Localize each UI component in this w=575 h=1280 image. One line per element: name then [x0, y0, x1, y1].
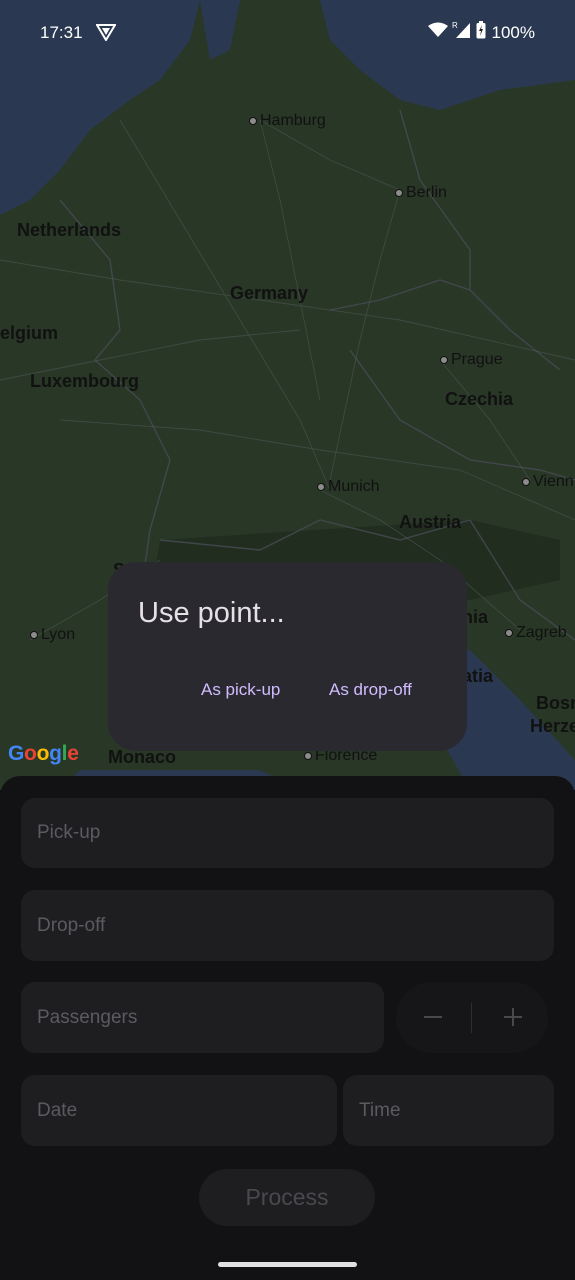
as-pickup-button[interactable]: As pick-up	[201, 680, 280, 700]
passengers-input[interactable]: Passengers	[21, 982, 384, 1053]
time-placeholder: Time	[359, 1099, 401, 1121]
dropoff-input[interactable]: Drop-off	[21, 890, 554, 961]
pickup-input[interactable]: Pick-up	[21, 798, 554, 868]
time-input[interactable]: Time	[343, 1075, 554, 1146]
use-point-dialog: Use point... As pick-up As drop-off	[108, 562, 467, 751]
decrement-icon[interactable]	[418, 1002, 448, 1032]
dropoff-placeholder: Drop-off	[37, 914, 106, 936]
battery-charging-icon	[476, 21, 486, 44]
signal-icon: R	[452, 21, 472, 44]
logo-letter: o	[36, 742, 50, 765]
stepper-divider	[471, 1003, 472, 1033]
passengers-stepper	[396, 982, 548, 1053]
google-logo: Google	[8, 742, 79, 766]
pickup-placeholder: Pick-up	[37, 822, 101, 843]
passengers-placeholder: Passengers	[37, 1006, 138, 1028]
vpn-shield-icon	[95, 23, 117, 46]
date-input[interactable]: Date	[21, 1075, 337, 1146]
logo-letter: g	[49, 742, 62, 765]
as-dropoff-button[interactable]: As drop-off	[329, 680, 412, 700]
status-indicators: R 100%	[427, 21, 535, 44]
date-placeholder: Date	[37, 1099, 78, 1121]
process-button[interactable]: Process	[199, 1169, 375, 1226]
logo-letter: G	[8, 742, 25, 765]
status-bar: 17:31 R 100%	[0, 0, 575, 64]
increment-icon[interactable]	[498, 1002, 528, 1032]
status-time: 17:31	[40, 23, 83, 42]
home-indicator[interactable]	[218, 1262, 357, 1267]
battery-percentage: 100%	[491, 22, 535, 42]
logo-letter: e	[67, 742, 79, 765]
dialog-title: Use point...	[138, 597, 285, 629]
logo-letter: o	[24, 742, 37, 765]
wifi-icon	[427, 22, 448, 43]
trip-form-sheet: Pick-up Drop-off Passengers Date Time Pr…	[0, 776, 575, 1280]
svg-text:R: R	[452, 21, 458, 30]
